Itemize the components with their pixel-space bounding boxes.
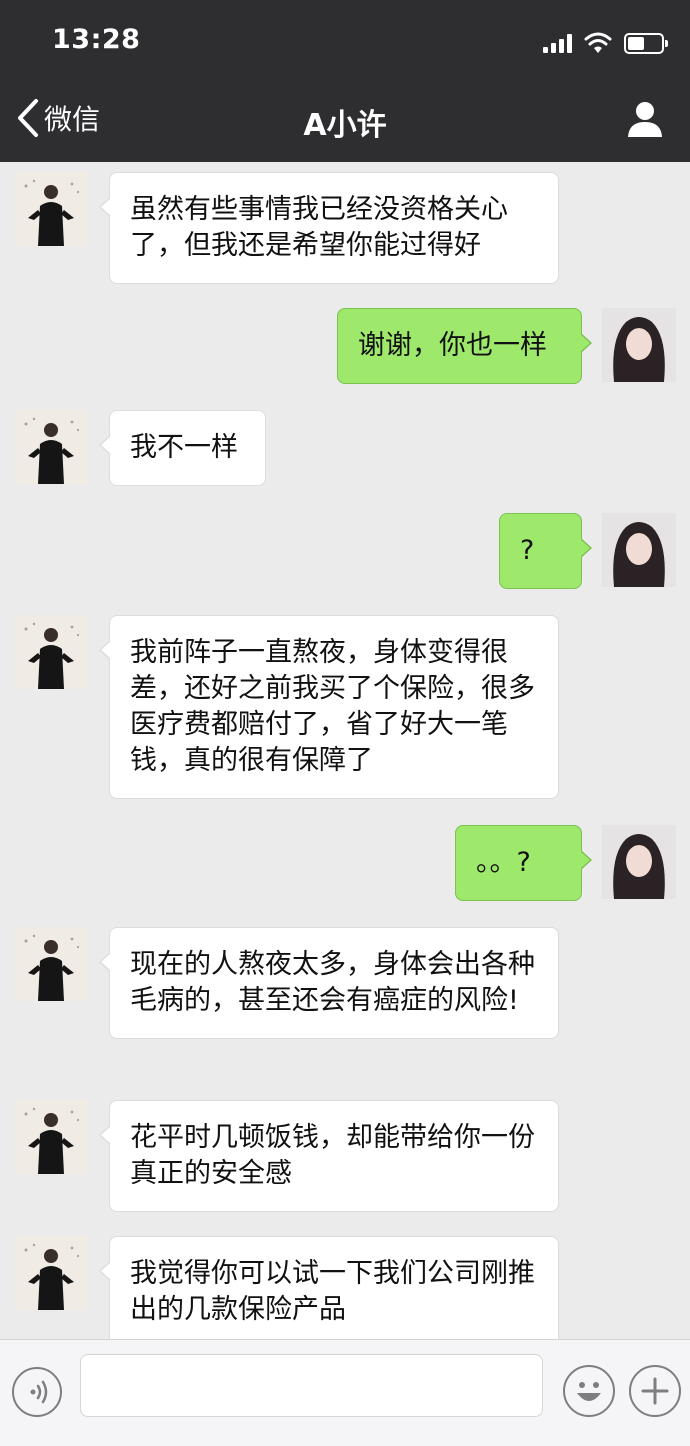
message-input[interactable] (80, 1354, 543, 1417)
received-message[interactable]: 我前阵子一直熬夜，身体变得很差，还好之前我买了个保险，很多医疗费都赔付了，省了好… (99, 615, 559, 799)
sent-message[interactable]: ? (499, 513, 592, 589)
contact-avatar[interactable] (14, 1236, 88, 1310)
received-message[interactable]: 我不一样 (99, 410, 266, 486)
contact-avatar[interactable] (14, 410, 88, 484)
more-button[interactable] (629, 1365, 681, 1417)
my-avatar[interactable] (602, 825, 676, 899)
top-bar: 13:28 微信 A小许 (0, 0, 690, 162)
emoji-button[interactable] (563, 1365, 615, 1417)
status-time: 13:28 (52, 24, 141, 55)
received-message[interactable]: 我觉得你可以试一下我们公司刚推出的几款保险产品 (99, 1236, 559, 1339)
chat-info-button[interactable] (626, 100, 664, 142)
user-profile-icon (628, 102, 662, 137)
contact-avatar[interactable] (14, 927, 88, 1001)
my-avatar[interactable] (602, 513, 676, 587)
voice-icon (30, 1380, 48, 1404)
contact-avatar[interactable] (14, 1100, 88, 1174)
chat-area[interactable]: 虽然有些事情我已经没资格关心了，但我还是希望你能过得好 谢谢，你也一样 我不一样… (0, 162, 690, 1339)
signal-icon (543, 33, 572, 53)
chat-title: A小许 (303, 108, 387, 143)
battery-icon (624, 32, 668, 54)
input-bar (0, 1339, 690, 1446)
contact-avatar[interactable] (14, 615, 88, 689)
contact-avatar[interactable] (14, 172, 88, 246)
emoji-icon (577, 1382, 601, 1401)
status-icons (543, 28, 668, 58)
wifi-icon (584, 32, 612, 53)
received-message[interactable]: 虽然有些事情我已经没资格关心了，但我还是希望你能过得好 (99, 172, 559, 284)
voice-button[interactable] (12, 1367, 62, 1417)
my-avatar[interactable] (602, 308, 676, 382)
sent-message[interactable]: 谢谢，你也一样 (337, 308, 592, 384)
received-message[interactable]: 现在的人熬夜太多，身体会出各种毛病的，甚至还会有癌症的风险! (99, 927, 559, 1039)
sent-message[interactable]: 。。? (455, 825, 592, 901)
plus-icon (641, 1377, 669, 1405)
received-message[interactable]: 花平时几顿饭钱，却能带给你一份真正的安全感 (99, 1100, 559, 1212)
